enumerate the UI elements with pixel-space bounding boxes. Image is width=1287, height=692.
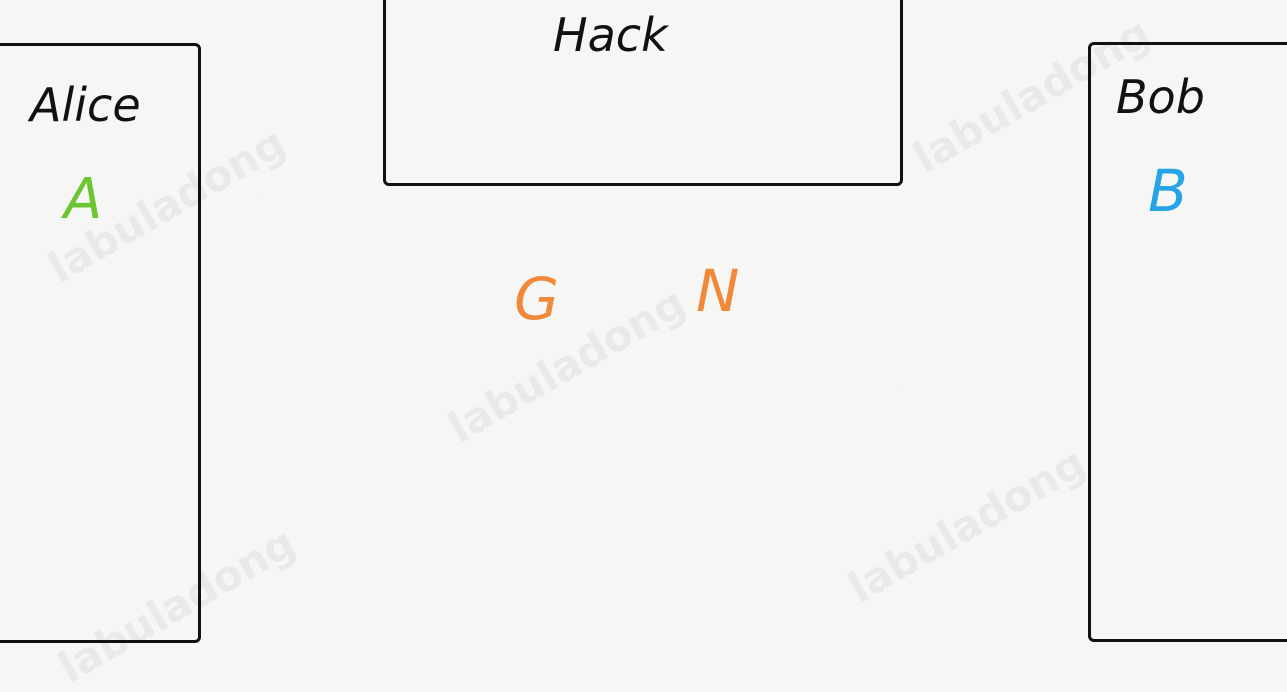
public-param-g: G bbox=[514, 265, 559, 333]
bob-box bbox=[1088, 42, 1287, 642]
bob-label: Bob bbox=[1116, 70, 1205, 124]
alice-secret-key: A bbox=[64, 167, 103, 232]
alice-label: Alice bbox=[30, 78, 141, 132]
hack-label: Hack bbox=[553, 8, 668, 62]
alice-box bbox=[0, 43, 201, 643]
watermark: labuladong bbox=[840, 437, 1094, 613]
bob-secret-key: B bbox=[1148, 157, 1188, 225]
watermark: labuladong bbox=[440, 277, 694, 453]
diagram-canvas: labuladong labuladong labuladong labulad… bbox=[0, 0, 1287, 692]
public-param-n: N bbox=[696, 257, 740, 325]
